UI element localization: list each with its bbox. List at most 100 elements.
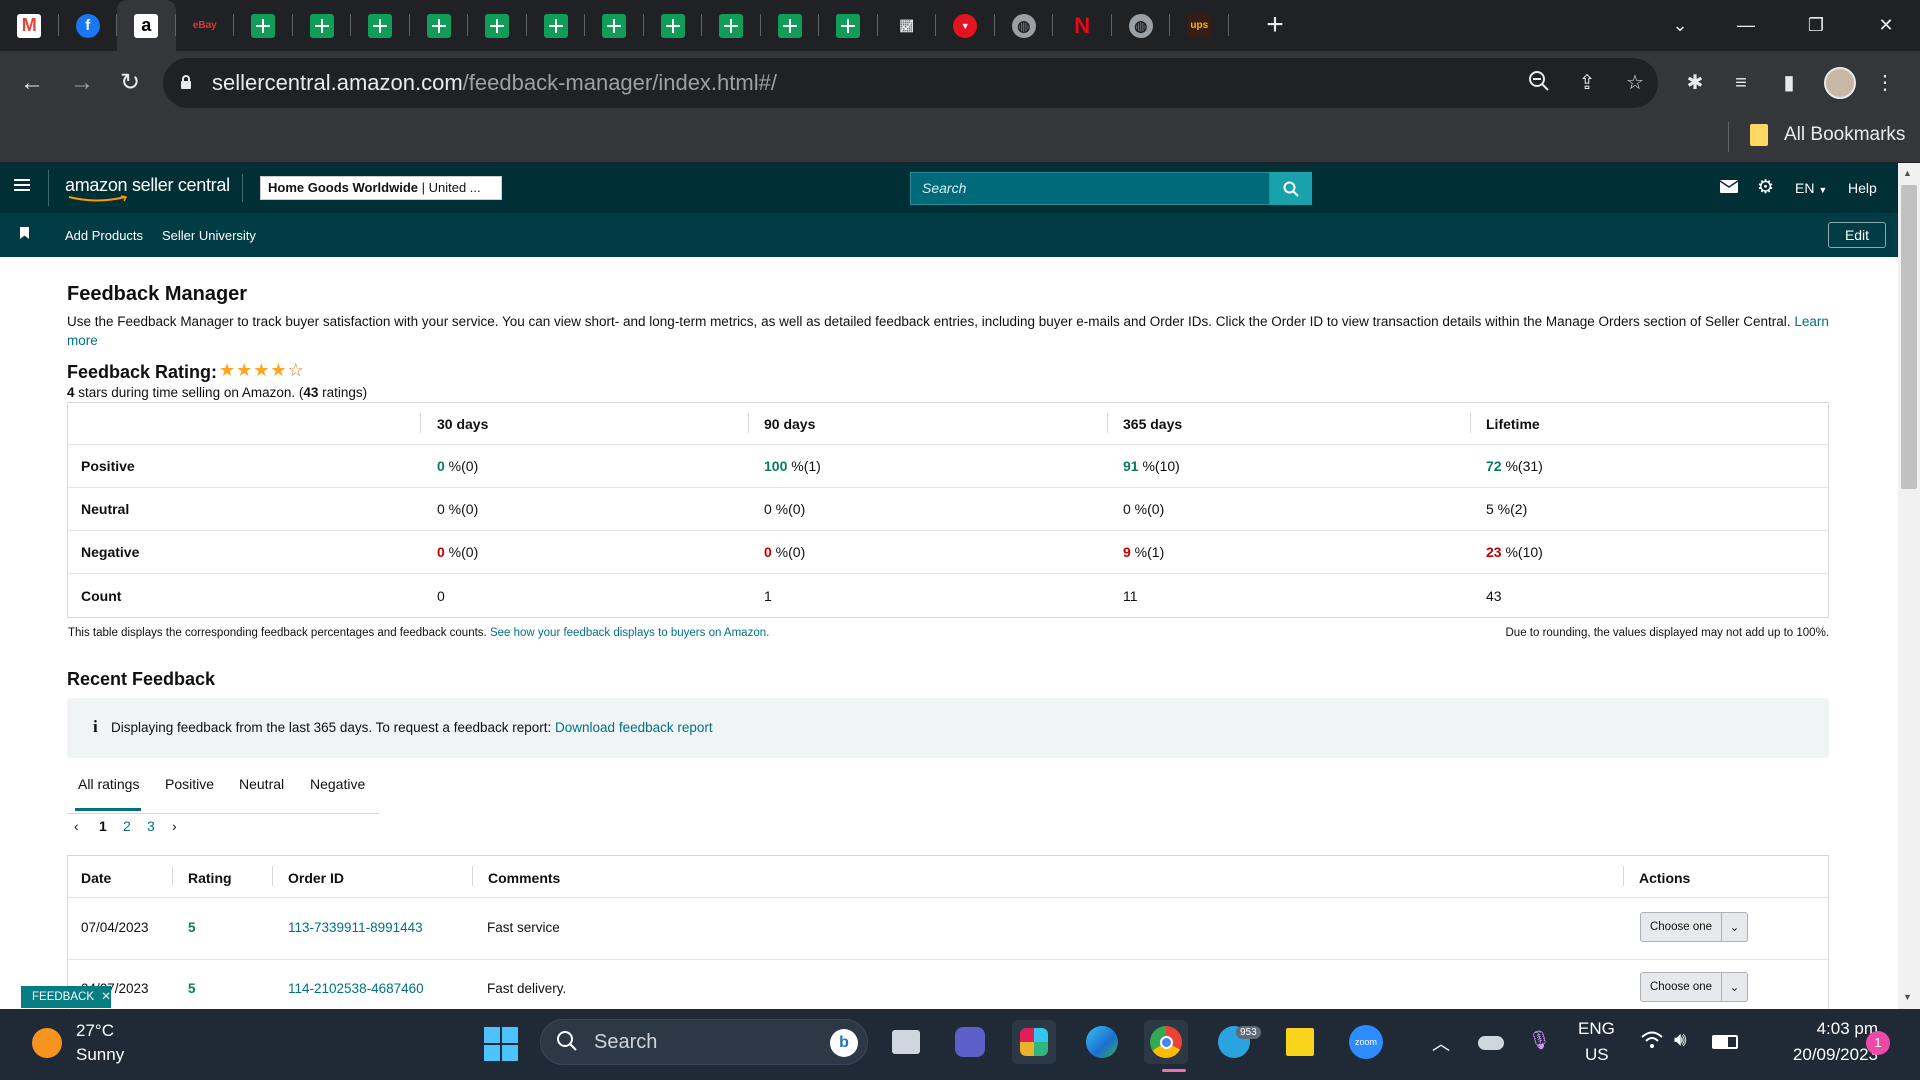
minimize-icon[interactable]: — bbox=[1726, 10, 1766, 40]
edit-button[interactable]: Edit bbox=[1828, 222, 1886, 248]
page-1[interactable]: 1 bbox=[99, 818, 107, 834]
slack-icon[interactable] bbox=[1012, 1020, 1056, 1064]
media-control-icon[interactable]: ≡ bbox=[1728, 70, 1754, 96]
browser-tab[interactable] bbox=[410, 0, 468, 51]
clock-time[interactable]: 4:03 pm bbox=[1788, 1019, 1878, 1039]
bookmark-star-icon[interactable]: ☆ bbox=[1622, 70, 1648, 96]
bookmark-bar bbox=[0, 115, 1920, 163]
nav-seller-university[interactable]: Seller University bbox=[162, 228, 256, 243]
gear-icon[interactable]: ⚙ bbox=[1757, 176, 1774, 199]
language-eng[interactable]: ENG bbox=[1578, 1019, 1615, 1039]
weather-temp[interactable]: 27°C bbox=[76, 1021, 114, 1041]
browser-tab[interactable] bbox=[702, 0, 761, 51]
start-windows-icon[interactable] bbox=[484, 1027, 518, 1061]
bookmark-icon[interactable] bbox=[20, 227, 29, 242]
close-icon[interactable]: ✕ bbox=[101, 991, 111, 1003]
scrollbar-thumb[interactable] bbox=[1901, 185, 1917, 489]
browser-tab[interactable] bbox=[351, 0, 410, 51]
help-link[interactable]: Help bbox=[1848, 180, 1877, 196]
browser-tab[interactable] bbox=[761, 0, 819, 51]
search-icon bbox=[1283, 181, 1299, 197]
zoom-app-icon[interactable]: zoom bbox=[1344, 1020, 1388, 1064]
language-selector[interactable]: EN ▼ bbox=[1795, 180, 1827, 196]
prev-page-icon[interactable]: ‹ bbox=[74, 818, 79, 834]
edge-icon[interactable] bbox=[1080, 1020, 1124, 1064]
row-order-id-link[interactable]: 113-7339911-8991443 bbox=[288, 920, 423, 935]
scroll-up-icon[interactable]: ▲ bbox=[1903, 168, 1912, 178]
download-report-link[interactable]: Download feedback report bbox=[555, 720, 713, 735]
taskbar-search[interactable] bbox=[540, 1019, 868, 1065]
tab-search-icon[interactable]: ⌄ bbox=[1660, 10, 1700, 40]
browser-tab[interactable]: M bbox=[0, 0, 59, 51]
back-icon[interactable]: ← bbox=[16, 67, 48, 99]
bing-icon[interactable]: b bbox=[830, 1029, 858, 1057]
browser-tab[interactable]: eBay bbox=[176, 0, 234, 51]
browser-tab[interactable]: a bbox=[117, 0, 176, 51]
browser-tab[interactable] bbox=[293, 0, 351, 51]
close-window-icon[interactable]: ✕ bbox=[1866, 10, 1906, 40]
notification-badge[interactable]: 1 bbox=[1866, 1031, 1890, 1055]
hamburger-menu-icon[interactable] bbox=[14, 178, 32, 194]
actions-dropdown[interactable]: Choose one ⌄ bbox=[1640, 912, 1748, 942]
browser-tab[interactable] bbox=[234, 0, 293, 51]
browser-tab[interactable] bbox=[644, 0, 702, 51]
share-icon[interactable]: ⇪ bbox=[1574, 70, 1600, 96]
nav-add-products[interactable]: Add Products bbox=[65, 228, 143, 243]
browser-tab[interactable]: ups bbox=[1170, 0, 1229, 51]
browser-tab[interactable]: f bbox=[59, 0, 117, 51]
browser-tab[interactable]: N bbox=[1053, 0, 1112, 51]
store-selector[interactable]: Home Goods Worldwide | United ... bbox=[260, 176, 502, 200]
profile-avatar[interactable] bbox=[1824, 67, 1856, 99]
new-tab-button[interactable]: + bbox=[1260, 10, 1290, 40]
metrics-cell: 100 %(1) bbox=[764, 445, 821, 487]
page-3[interactable]: 3 bbox=[147, 818, 155, 834]
show-hidden-icons[interactable]: ︿ bbox=[1432, 1030, 1450, 1056]
all-bookmarks-button[interactable]: All Bookmarks bbox=[1750, 124, 1905, 146]
seller-central-logo[interactable]: amazon seller central bbox=[65, 175, 230, 202]
chrome-menu-icon[interactable]: ⋮ bbox=[1872, 70, 1898, 96]
sticky-notes-icon[interactable] bbox=[1278, 1020, 1322, 1064]
task-view-icon[interactable] bbox=[884, 1020, 928, 1064]
zoom-icon[interactable] bbox=[1526, 70, 1552, 96]
browser-tab[interactable]: 📈︎ bbox=[878, 0, 936, 51]
row-order-id-link[interactable]: 114-2102538-4687460 bbox=[288, 981, 424, 996]
browser-tab[interactable]: ◍ bbox=[995, 0, 1053, 51]
browser-tab[interactable]: ◍ bbox=[1112, 0, 1170, 51]
weather-condition[interactable]: Sunny bbox=[76, 1045, 124, 1065]
feedback-header-row: Date Rating Order ID Comments Actions bbox=[68, 856, 1828, 898]
battery-icon[interactable] bbox=[1712, 1035, 1738, 1049]
tab-negative[interactable]: Negative bbox=[310, 776, 365, 812]
restore-icon[interactable]: ❐ bbox=[1796, 10, 1836, 40]
tab-positive[interactable]: Positive bbox=[165, 776, 214, 812]
actions-dropdown[interactable]: Choose one ⌄ bbox=[1640, 972, 1748, 1002]
browser-tab[interactable] bbox=[585, 0, 644, 51]
extensions-icon[interactable]: ✱ bbox=[1682, 70, 1708, 96]
chrome-icon[interactable] bbox=[1144, 1020, 1188, 1064]
browser-tab[interactable]: ▼ bbox=[936, 0, 995, 51]
search-button[interactable] bbox=[1270, 172, 1312, 205]
scroll-down-icon[interactable]: ▼ bbox=[1903, 992, 1912, 1002]
side-panel-icon[interactable]: ▮ bbox=[1776, 70, 1802, 96]
weather-sun-icon[interactable] bbox=[32, 1028, 62, 1058]
search-input[interactable]: Search bbox=[910, 172, 1270, 205]
language-us[interactable]: US bbox=[1585, 1045, 1609, 1065]
see-feedback-display-link[interactable]: See how your feedback displays to buyers… bbox=[490, 627, 769, 639]
teams-icon[interactable] bbox=[948, 1020, 992, 1064]
clock-date[interactable]: 20/09/2023 bbox=[1760, 1045, 1878, 1065]
onedrive-icon[interactable] bbox=[1478, 1036, 1504, 1050]
microphone-icon[interactable]: 🎙 bbox=[1528, 1030, 1551, 1051]
tab-all-ratings[interactable]: All ratings bbox=[78, 776, 139, 812]
volume-icon[interactable]: 🔊︎ bbox=[1674, 1029, 1687, 1052]
mail-icon[interactable] bbox=[1719, 180, 1739, 198]
browser-tab[interactable] bbox=[468, 0, 527, 51]
browser-tab[interactable] bbox=[819, 0, 878, 51]
forward-icon[interactable]: → bbox=[66, 67, 98, 99]
page-2[interactable]: 2 bbox=[123, 818, 131, 834]
col-divider bbox=[748, 413, 749, 433]
next-page-icon[interactable]: › bbox=[172, 818, 177, 834]
browser-tab[interactable] bbox=[527, 0, 585, 51]
wifi-icon[interactable] bbox=[1640, 1030, 1664, 1056]
reload-icon[interactable]: ↻ bbox=[114, 67, 146, 99]
tab-neutral[interactable]: Neutral bbox=[239, 776, 284, 812]
feedback-widget-tab[interactable]: FEEDBACK ✕ bbox=[21, 986, 111, 1008]
